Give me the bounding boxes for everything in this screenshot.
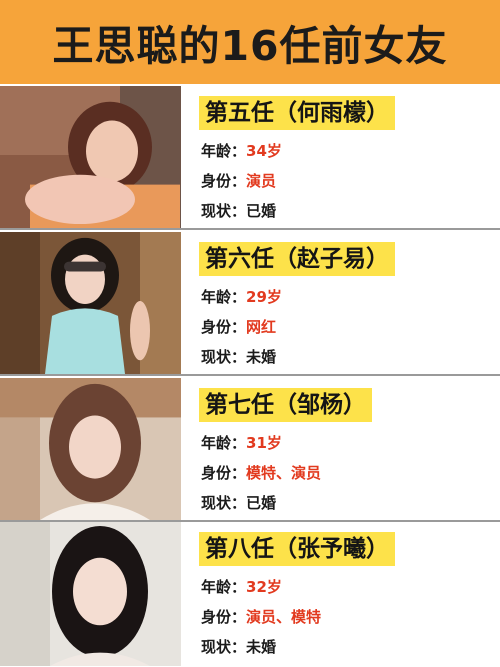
age-row: 年龄：29岁 xyxy=(201,288,282,306)
age-row: 年龄：31岁 xyxy=(201,434,282,452)
girlfriend-card: 第七任（邹杨） 年龄：31岁 身份：模特、演员 现状：已婚 xyxy=(0,378,500,522)
title-banner: 王思聪的16任前女友 xyxy=(0,0,500,84)
age-value: 31岁 xyxy=(246,434,282,452)
status-value: 未婚 xyxy=(246,348,277,366)
identity-row: 身份：网红 xyxy=(201,318,277,336)
status-value: 已婚 xyxy=(246,202,277,220)
age-row: 年龄：34岁 xyxy=(201,142,282,160)
identity-row: 身份：演员 xyxy=(201,172,277,190)
girlfriend-card: 第六任（赵子易） 年龄：29岁 身份：网红 现状：未婚 xyxy=(0,232,500,376)
girlfriend-card: 第五任（何雨檬） 年龄：34岁 身份：演员 现状：已婚 xyxy=(0,86,500,230)
identity-row: 身份：模特、演员 xyxy=(201,464,322,482)
identity-value: 网红 xyxy=(246,318,277,336)
girlfriend-card: 第八任（张予曦） 年龄：32岁 身份：演员、模特 现状：未婚 xyxy=(0,522,500,666)
portrait-photo xyxy=(0,232,181,374)
name-tag: 第六任（赵子易） xyxy=(199,242,395,276)
identity-value: 演员 xyxy=(246,172,277,190)
status-row: 现状：已婚 xyxy=(201,494,277,512)
portrait-photo xyxy=(0,522,181,666)
status-value: 已婚 xyxy=(246,494,277,512)
age-value: 29岁 xyxy=(246,288,282,306)
portrait-photo xyxy=(0,86,181,228)
age-value: 32岁 xyxy=(246,578,282,596)
age-value: 34岁 xyxy=(246,142,282,160)
name-tag: 第五任（何雨檬） xyxy=(199,96,395,130)
status-row: 现状：未婚 xyxy=(201,638,277,656)
age-row: 年龄：32岁 xyxy=(201,578,282,596)
name-tag: 第八任（张予曦） xyxy=(199,532,395,566)
identity-value: 演员、模特 xyxy=(246,608,322,626)
name-tag: 第七任（邹杨） xyxy=(199,388,372,422)
status-value: 未婚 xyxy=(246,638,277,656)
identity-value: 模特、演员 xyxy=(246,464,322,482)
status-row: 现状：未婚 xyxy=(201,348,277,366)
portrait-photo xyxy=(0,378,181,520)
page-title: 王思聪的16任前女友 xyxy=(52,22,448,70)
identity-row: 身份：演员、模特 xyxy=(201,608,322,626)
status-row: 现状：已婚 xyxy=(201,202,277,220)
